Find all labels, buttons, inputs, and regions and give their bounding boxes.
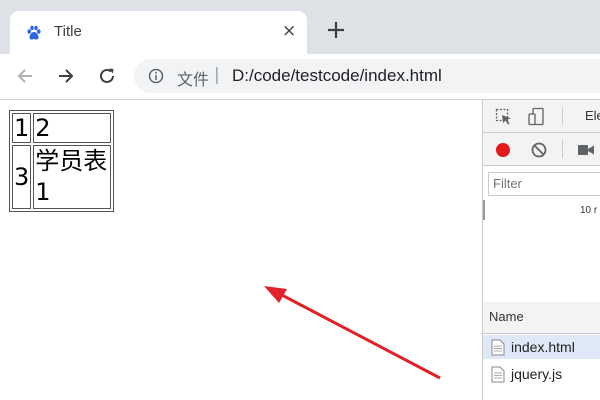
inspect-element-icon[interactable] (495, 108, 513, 126)
tab-strip: Title × (0, 0, 600, 54)
device-toolbar-icon[interactable] (527, 107, 547, 127)
tab-title: Title (54, 23, 82, 40)
arrow-right-icon[interactable] (55, 65, 77, 87)
annotation-arrow (264, 286, 441, 380)
address-separator: | (214, 65, 220, 85)
column-header-label: Name (489, 309, 524, 324)
plus-icon[interactable] (324, 18, 348, 42)
url-text[interactable]: D:/code/testcode/index.html (232, 66, 442, 86)
address-bar[interactable]: 文件 | D:/code/testcode/index.html (134, 59, 600, 93)
name-column-header[interactable]: Name (483, 302, 600, 334)
timeline-divider (483, 200, 485, 220)
elements-tab[interactable]: Ele (585, 108, 600, 123)
video-camera-icon[interactable] (577, 143, 595, 157)
record-icon[interactable] (494, 141, 512, 159)
toolbar-divider (562, 107, 563, 125)
reload-icon[interactable] (96, 65, 118, 87)
page-viewport: 1 2 3 学员表1 (0, 100, 482, 400)
devtools-main-toolbar: Ele (483, 100, 600, 133)
filter-input[interactable] (489, 173, 598, 193)
clear-icon[interactable] (530, 141, 548, 159)
document-icon (491, 366, 505, 383)
request-name: jquery.js (511, 366, 563, 382)
browser-toolbar: 文件 | D:/code/testcode/index.html (0, 54, 600, 100)
devtools-panel: Ele 10 r Name index.html (482, 100, 600, 400)
close-tab-icon[interactable]: × (282, 21, 296, 41)
filter-field[interactable] (488, 172, 600, 196)
baidu-paw-icon (27, 25, 41, 40)
timeline-tick-label: 10 r (580, 205, 598, 216)
network-toolbar (483, 133, 600, 166)
toolbar-divider (562, 140, 563, 158)
browser-tab[interactable]: Title × (10, 11, 307, 54)
file-scheme-label: 文件 (177, 72, 210, 89)
network-overview[interactable]: 10 r (483, 198, 600, 303)
document-icon (491, 339, 505, 356)
request-row-jquery-js[interactable]: jquery.js (483, 362, 600, 386)
request-name: index.html (511, 339, 575, 355)
arrow-left-icon[interactable] (14, 65, 36, 87)
info-icon[interactable] (148, 68, 164, 84)
request-row-index-html[interactable]: index.html (483, 335, 600, 359)
